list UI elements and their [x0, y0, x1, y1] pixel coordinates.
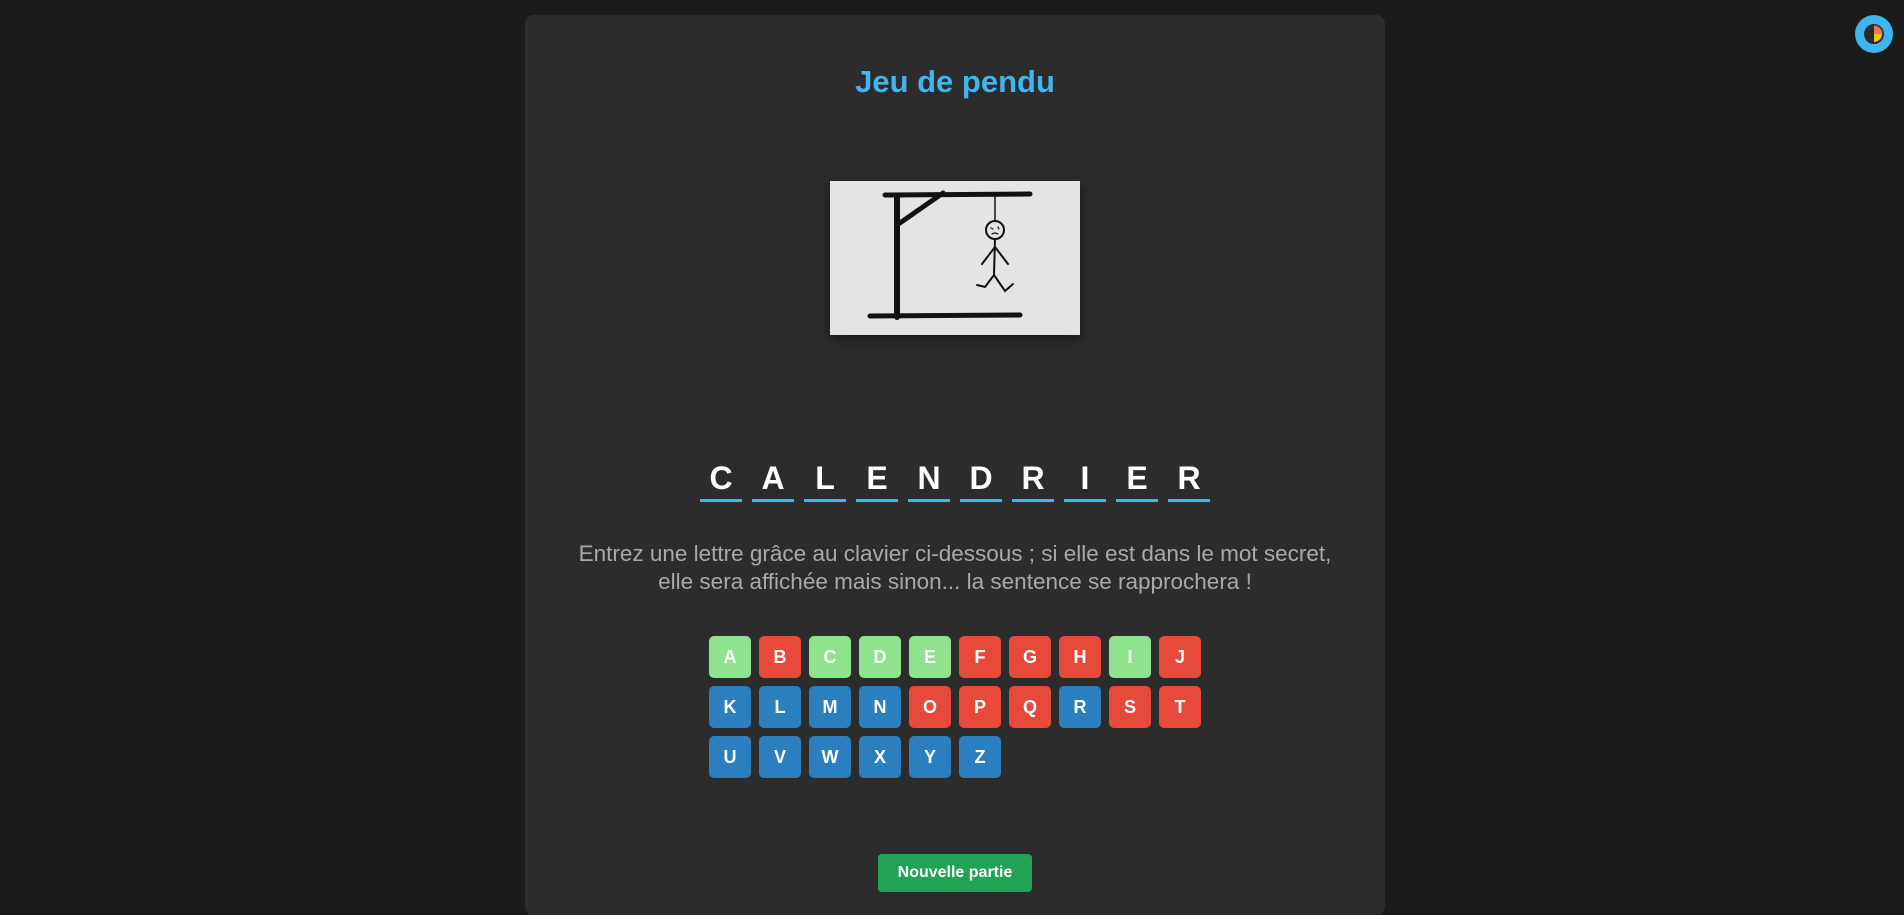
key-m[interactable]: M: [809, 686, 851, 728]
word-letter-slot: R: [1168, 459, 1210, 502]
key-u[interactable]: U: [709, 736, 751, 778]
key-k[interactable]: K: [709, 686, 751, 728]
key-n[interactable]: N: [859, 686, 901, 728]
key-y[interactable]: Y: [909, 736, 951, 778]
key-g[interactable]: G: [1009, 636, 1051, 678]
key-w[interactable]: W: [809, 736, 851, 778]
word-letter-slot: E: [856, 459, 898, 502]
game-card: Jeu de pendu CALENDRIER Entrez une lettr…: [525, 15, 1385, 915]
word-letter-slot: L: [804, 459, 846, 502]
key-o[interactable]: O: [909, 686, 951, 728]
key-b[interactable]: B: [759, 636, 801, 678]
key-q[interactable]: Q: [1009, 686, 1051, 728]
key-c[interactable]: C: [809, 636, 851, 678]
word-letter-slot: N: [908, 459, 950, 502]
key-e[interactable]: E: [909, 636, 951, 678]
word-letter-slot: I: [1064, 459, 1106, 502]
key-p[interactable]: P: [959, 686, 1001, 728]
new-game-button[interactable]: Nouvelle partie: [878, 854, 1032, 892]
key-v[interactable]: V: [759, 736, 801, 778]
key-i[interactable]: I: [1109, 636, 1151, 678]
key-a[interactable]: A: [709, 636, 751, 678]
half-circle-contrast-icon: [1864, 24, 1884, 44]
word-letter-slot: A: [752, 459, 794, 502]
key-z[interactable]: Z: [959, 736, 1001, 778]
instructions-text: Entrez une lettre grâce au clavier ci-de…: [578, 541, 1332, 594]
word-letter-slot: R: [1012, 459, 1054, 502]
word-letter-slot: C: [700, 459, 742, 502]
word-letter-slot: E: [1116, 459, 1158, 502]
key-j[interactable]: J: [1159, 636, 1201, 678]
theme-toggle-button[interactable]: [1855, 15, 1893, 53]
secret-word: CALENDRIER: [525, 459, 1385, 502]
key-d[interactable]: D: [859, 636, 901, 678]
key-t[interactable]: T: [1159, 686, 1201, 728]
key-h[interactable]: H: [1059, 636, 1101, 678]
key-s[interactable]: S: [1109, 686, 1151, 728]
key-r[interactable]: R: [1059, 686, 1101, 728]
key-x[interactable]: X: [859, 736, 901, 778]
hangman-drawing: [830, 181, 1080, 335]
key-l[interactable]: L: [759, 686, 801, 728]
key-f[interactable]: F: [959, 636, 1001, 678]
page-title: Jeu de pendu: [855, 64, 1055, 99]
word-letter-slot: D: [960, 459, 1002, 502]
